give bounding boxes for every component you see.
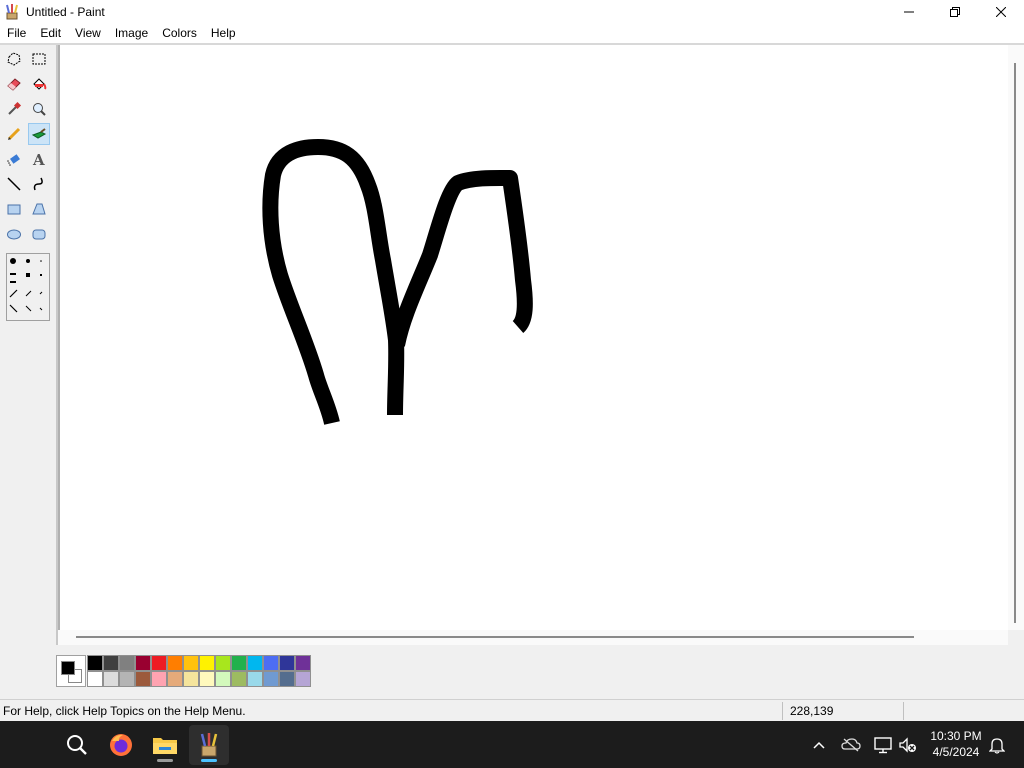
color-swatch[interactable] xyxy=(247,655,263,671)
window-controls xyxy=(886,0,1024,23)
color-swatch[interactable] xyxy=(135,671,151,687)
running-indicator xyxy=(157,759,173,762)
ellipse-icon[interactable] xyxy=(3,223,25,245)
firefox-icon[interactable] xyxy=(101,725,141,765)
cursor-coordinates: 228,139 xyxy=(790,704,834,718)
toolbox: A xyxy=(0,45,56,645)
network-icon[interactable] xyxy=(871,733,895,757)
color-swatch[interactable] xyxy=(119,655,135,671)
taskbar: 10:30 PM 4/5/2024 xyxy=(0,721,1024,768)
maximize-icon[interactable] xyxy=(932,0,978,23)
color-swatch[interactable] xyxy=(279,671,295,687)
menu-file[interactable]: File xyxy=(0,23,33,43)
canvas-edge-left xyxy=(58,45,60,630)
rounded-rectangle-icon[interactable] xyxy=(28,223,50,245)
status-help-text: For Help, click Help Topics on the Help … xyxy=(3,704,246,718)
color-swatch[interactable] xyxy=(87,671,103,687)
title-bar: Untitled - Paint xyxy=(0,0,1024,23)
color-swatch[interactable] xyxy=(231,655,247,671)
clock-time: 10:30 PM xyxy=(930,729,982,743)
menu-bar: File Edit View Image Colors Help xyxy=(0,23,1024,43)
menu-colors[interactable]: Colors xyxy=(155,23,204,43)
color-swatch[interactable] xyxy=(167,655,183,671)
active-indicator xyxy=(201,759,217,762)
window-title: Untitled - Paint xyxy=(26,4,105,19)
brush-shape-options[interactable] xyxy=(6,253,50,321)
color-swatch[interactable] xyxy=(151,671,167,687)
status-bar: For Help, click Help Topics on the Help … xyxy=(0,699,1024,722)
color-swatch[interactable] xyxy=(295,671,311,687)
color-swatch[interactable] xyxy=(247,671,263,687)
clock-date: 4/5/2024 xyxy=(932,745,980,759)
brush-icon[interactable] xyxy=(28,123,50,145)
color-swatch[interactable] xyxy=(135,655,151,671)
eyedropper-icon[interactable] xyxy=(3,98,25,120)
volume-muted-icon[interactable] xyxy=(896,733,920,757)
search-icon[interactable] xyxy=(57,725,97,765)
current-colors[interactable] xyxy=(56,655,86,687)
fill-bucket-icon[interactable] xyxy=(28,73,50,95)
color-swatch[interactable] xyxy=(231,671,247,687)
eraser-icon[interactable] xyxy=(3,73,25,95)
color-swatch[interactable] xyxy=(279,655,295,671)
status-separator xyxy=(782,702,783,720)
clock[interactable]: 10:30 PM 4/5/2024 xyxy=(920,728,992,760)
curve-icon[interactable] xyxy=(28,173,50,195)
polygon-icon[interactable] xyxy=(28,198,50,220)
paint-icon[interactable] xyxy=(189,725,229,765)
color-swatch[interactable] xyxy=(183,671,199,687)
color-swatch[interactable] xyxy=(151,655,167,671)
menu-help[interactable]: Help xyxy=(204,23,243,43)
status-separator xyxy=(903,702,904,720)
close-icon[interactable] xyxy=(978,0,1024,23)
color-swatch[interactable] xyxy=(199,655,215,671)
color-swatch[interactable] xyxy=(215,671,231,687)
magnifier-icon[interactable] xyxy=(28,98,50,120)
color-swatch[interactable] xyxy=(103,671,119,687)
chevron-up-icon[interactable] xyxy=(807,733,831,757)
minimize-icon[interactable] xyxy=(886,0,932,23)
color-swatch[interactable] xyxy=(199,671,215,687)
free-form-select-icon[interactable] xyxy=(3,48,25,70)
vertical-scrollbar[interactable] xyxy=(1008,45,1024,630)
onedrive-icon[interactable] xyxy=(839,733,863,757)
line-icon[interactable] xyxy=(3,173,25,195)
rect-select-icon[interactable] xyxy=(28,48,50,70)
menu-edit[interactable]: Edit xyxy=(33,23,68,43)
color-swatch[interactable] xyxy=(119,671,135,687)
drawing-canvas[interactable] xyxy=(58,45,1008,630)
color-swatch[interactable] xyxy=(295,655,311,671)
svg-text:A: A xyxy=(32,151,45,167)
pencil-icon[interactable] xyxy=(3,123,25,145)
paint-brush-icon[interactable] xyxy=(4,3,20,20)
horizontal-scrollbar[interactable] xyxy=(58,630,1008,645)
hand-drawn-stroke xyxy=(262,139,533,425)
color-swatch[interactable] xyxy=(87,655,103,671)
color-swatch[interactable] xyxy=(263,655,279,671)
rectangle-icon[interactable] xyxy=(3,198,25,220)
color-swatch[interactable] xyxy=(263,671,279,687)
menu-view[interactable]: View xyxy=(68,23,108,43)
color-swatch[interactable] xyxy=(215,655,231,671)
horizontal-scroll-thumb[interactable] xyxy=(76,636,914,638)
airbrush-icon[interactable] xyxy=(3,148,25,170)
color-swatch[interactable] xyxy=(183,655,199,671)
color-swatches xyxy=(87,655,311,687)
color-swatch[interactable] xyxy=(167,671,183,687)
foreground-color[interactable] xyxy=(61,661,75,675)
color-swatch[interactable] xyxy=(103,655,119,671)
folder-icon[interactable] xyxy=(145,725,185,765)
color-palette xyxy=(0,645,1024,695)
text-icon[interactable]: A xyxy=(28,148,50,170)
vertical-scroll-thumb[interactable] xyxy=(1014,63,1016,623)
bell-icon[interactable] xyxy=(985,733,1009,757)
menu-image[interactable]: Image xyxy=(108,23,155,43)
